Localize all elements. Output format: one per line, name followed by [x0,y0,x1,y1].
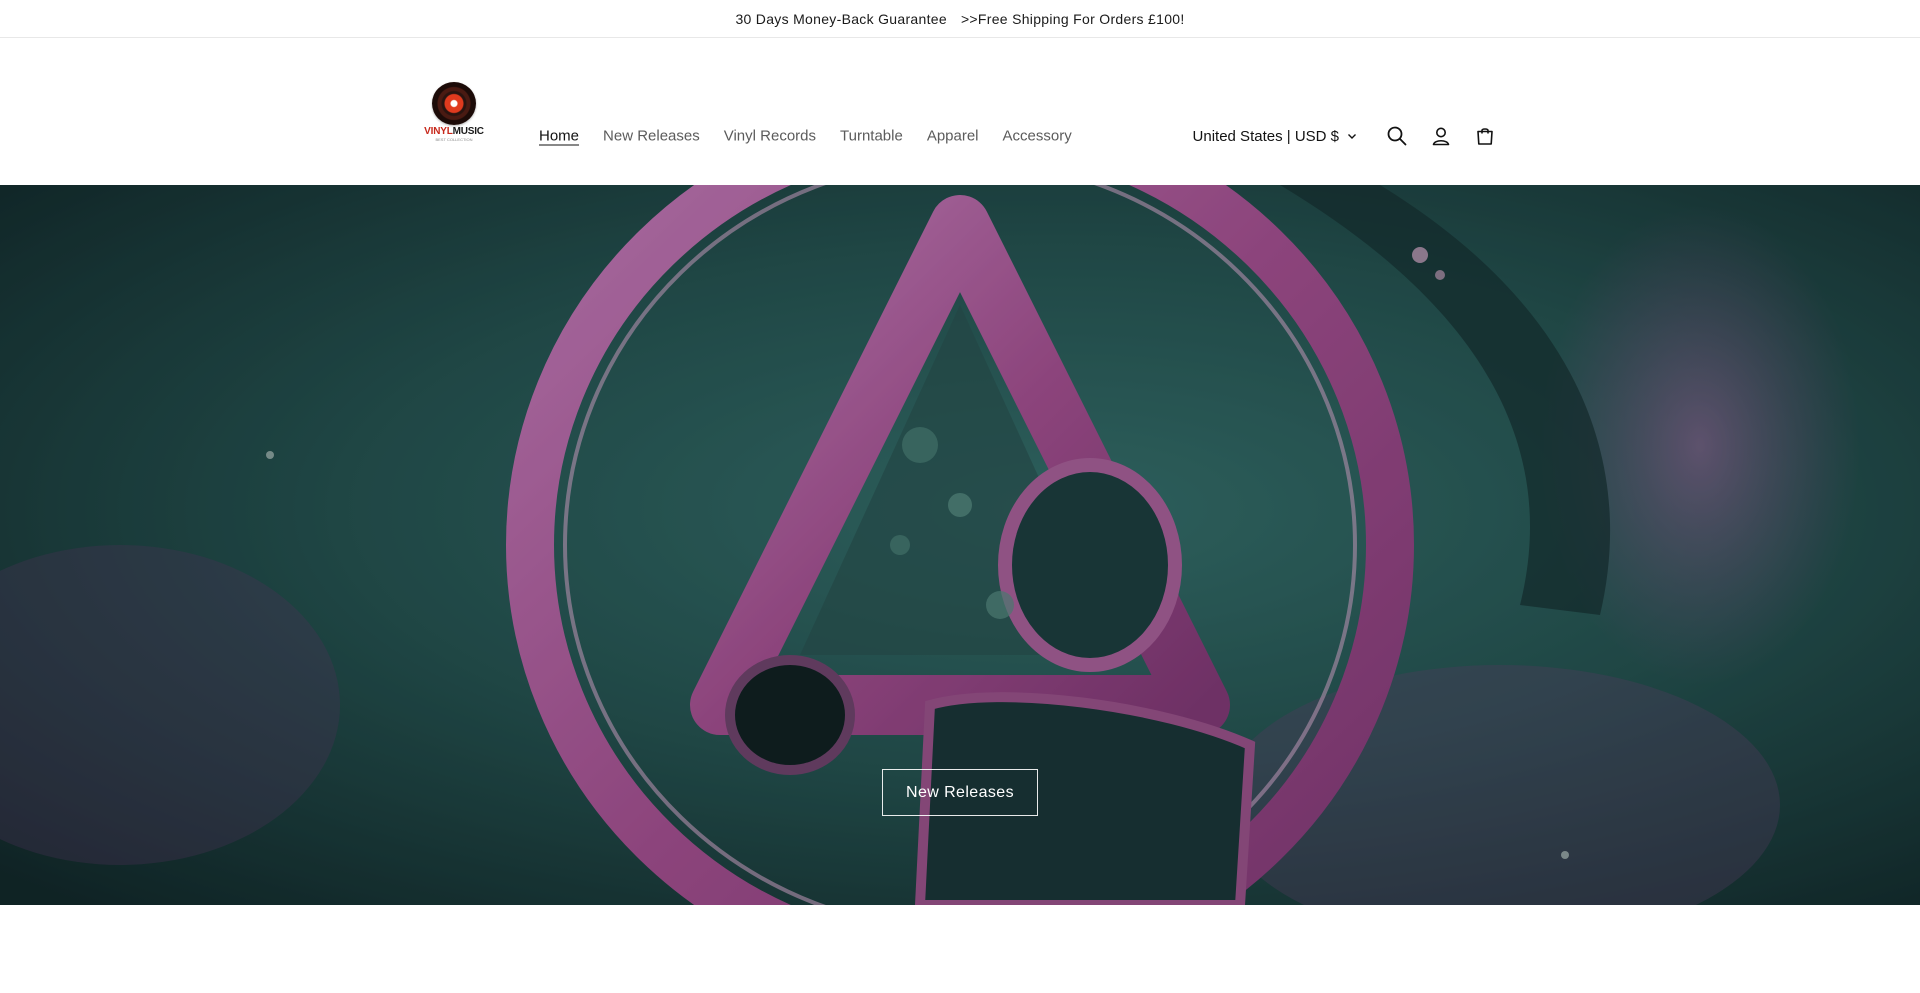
cart-icon [1477,128,1493,145]
site-logo[interactable]: VINYLMUSIC BEST COLLECTION [424,82,484,142]
site-header: VINYLMUSIC BEST COLLECTION Home New Rele… [0,38,1920,185]
announcement-bar: 30 Days Money-Back Guarantee >>Free Ship… [0,0,1920,38]
announcement-shipping: >>Free Shipping For Orders £100! [960,10,1185,27]
hero-banner: New Releases [0,185,1920,905]
logo-tagline: BEST COLLECTION [435,137,473,142]
announcement-guarantee: 30 Days Money-Back Guarantee [735,10,947,27]
hero-new-releases-button[interactable]: New Releases [882,769,1038,816]
search-button[interactable] [1375,114,1419,158]
chevron-down-icon [1348,134,1356,139]
search-icon [1387,126,1407,146]
nav-item-home[interactable]: Home [539,128,579,145]
cart-button[interactable] [1463,114,1507,158]
country-currency-label: United States | USD $ [1192,127,1339,145]
country-currency-selector[interactable]: United States | USD $ [1193,128,1357,145]
nav-item-accessory[interactable]: Accessory [1003,128,1072,145]
nav-item-apparel[interactable]: Apparel [927,128,979,145]
vinyl-disc-logo-icon [432,82,476,125]
nav-item-new-releases[interactable]: New Releases [603,128,700,145]
logo-brand-part1: VINYL [424,126,453,137]
nav-item-turntable[interactable]: Turntable [840,128,903,145]
account-button[interactable] [1419,114,1463,158]
account-icon [1432,127,1450,146]
header-tools: United States | USD $ [1193,114,1507,158]
nav-item-vinyl-records[interactable]: Vinyl Records [724,128,816,145]
main-nav: Home New Releases Vinyl Records Turntabl… [539,128,1096,145]
logo-brand: VINYLMUSIC [424,127,484,137]
logo-brand-part2: MUSIC [452,126,484,137]
